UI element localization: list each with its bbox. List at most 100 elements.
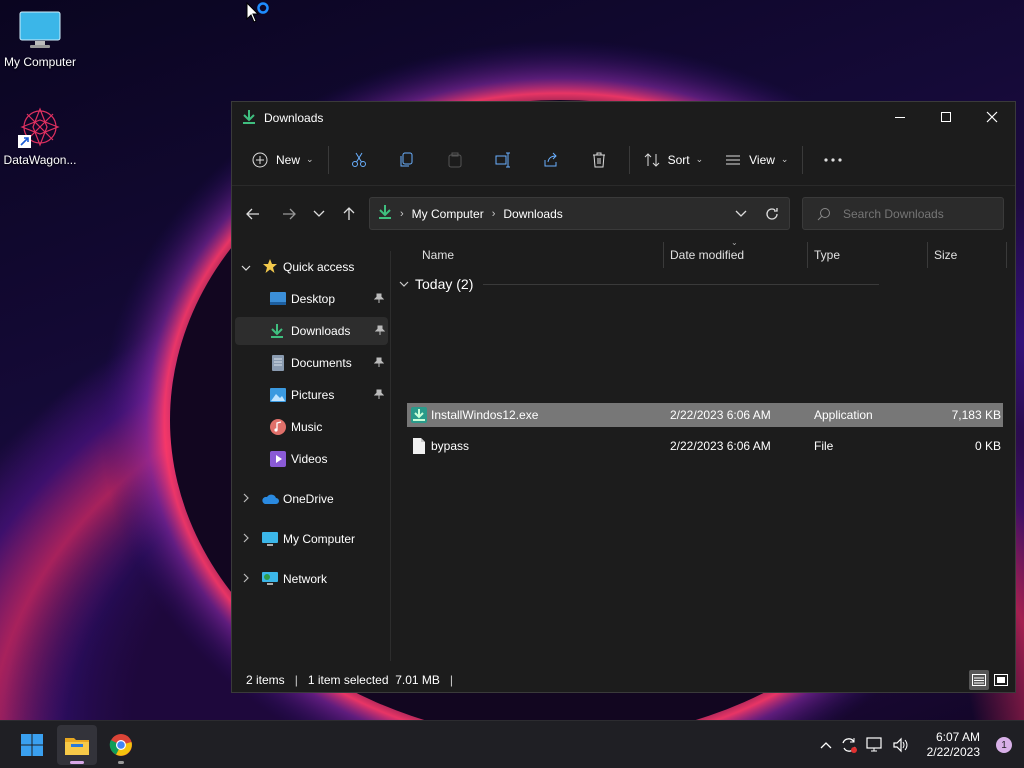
navigation-pane: Quick access Desktop Downloads Documents… (232, 251, 390, 661)
volume-button[interactable] (888, 737, 914, 753)
group-divider (483, 283, 880, 285)
taskbar-chrome[interactable] (101, 725, 141, 765)
desktop-icon-datawagon[interactable]: DataWagon... (0, 104, 80, 167)
column-divider[interactable] (663, 242, 664, 268)
sidebar-item-label: Desktop (291, 292, 336, 306)
maximize-button[interactable] (923, 102, 969, 132)
arrow-left-icon (246, 208, 259, 220)
sync-status-button[interactable] (836, 736, 862, 754)
column-divider[interactable] (927, 242, 928, 268)
plus-circle-icon (252, 152, 268, 167)
up-button[interactable] (334, 207, 364, 221)
share-button[interactable] (527, 144, 575, 176)
toolbar-divider (802, 145, 804, 174)
breadcrumb-downloads[interactable]: Downloads (503, 207, 562, 221)
copy-button[interactable] (383, 144, 431, 176)
running-app-indicator (118, 761, 124, 764)
downloads-icon (378, 204, 392, 223)
column-header-size[interactable]: Size (934, 240, 957, 270)
back-button[interactable] (238, 208, 268, 220)
copy-icon (400, 152, 413, 166)
more-options-button[interactable] (809, 144, 857, 176)
search-box[interactable] (802, 197, 1004, 230)
pictures-icon (270, 388, 286, 405)
address-history-button[interactable] (735, 207, 747, 221)
active-app-indicator (70, 761, 84, 764)
arrow-up-icon (343, 207, 355, 220)
sidebar-item-label: Network (283, 572, 328, 586)
desktop-icon-label: My Computer (3, 55, 77, 69)
pin-icon (373, 357, 385, 370)
close-button[interactable] (969, 102, 1015, 132)
file-date: 2/22/2023 6:06 AM (670, 439, 771, 453)
column-header-type[interactable]: Type (814, 240, 840, 270)
delete-button[interactable] (575, 144, 623, 176)
refresh-button[interactable] (765, 207, 779, 224)
breadcrumb-separator-icon: › (400, 207, 404, 220)
column-header-name[interactable]: Name (422, 240, 454, 270)
file-row-installwindos12[interactable]: InstallWindos12.exe 2/22/2023 6:06 AM Ap… (407, 403, 1003, 427)
new-button[interactable]: New ⌄ (244, 144, 322, 176)
notification-badge[interactable]: 1 (996, 737, 1012, 753)
refresh-icon (766, 208, 778, 220)
command-bar: New ⌄ Sort ⌄ View ⌄ (232, 134, 1015, 186)
rename-button[interactable] (479, 144, 527, 176)
sidebar-item-onedrive[interactable]: OneDrive (232, 485, 390, 513)
search-input[interactable] (843, 206, 993, 221)
file-icon (413, 434, 425, 458)
installer-icon (411, 403, 427, 427)
sort-button[interactable]: Sort ⌄ (636, 144, 712, 176)
file-list: Name Date modified ⌄ Type Size Today (2)… (391, 238, 1015, 764)
file-type: File (814, 439, 834, 453)
show-hidden-icons-button[interactable] (816, 741, 836, 749)
cut-button[interactable] (335, 144, 383, 176)
column-divider[interactable] (807, 242, 808, 268)
minimize-icon (895, 117, 905, 118)
pin-icon (373, 293, 385, 306)
file-size: 7,183 KB (951, 408, 1001, 422)
monitor-icon (261, 531, 279, 550)
cloud-icon (261, 493, 279, 508)
monitor-icon (19, 11, 61, 48)
new-button-label: New (276, 152, 301, 167)
chevron-down-icon: ⌄ (695, 154, 704, 164)
sidebar-item-music[interactable]: Music (232, 413, 390, 441)
paste-button[interactable] (431, 144, 479, 176)
minimize-button[interactable] (877, 102, 923, 132)
address-bar[interactable]: › My Computer › Downloads (369, 197, 790, 230)
sidebar-item-desktop[interactable]: Desktop (232, 285, 390, 313)
sidebar-item-pictures[interactable]: Pictures (232, 381, 390, 409)
clipboard-icon (448, 152, 462, 167)
column-divider[interactable] (1006, 242, 1007, 268)
breadcrumb-my-computer[interactable]: My Computer (412, 207, 484, 221)
start-button[interactable] (12, 725, 52, 765)
rename-icon (495, 152, 510, 167)
tiles-view-button[interactable] (991, 670, 1011, 690)
view-button[interactable]: View ⌄ (717, 144, 796, 176)
sort-button-label: Sort (667, 152, 690, 167)
desktop-folder-icon (270, 292, 286, 309)
clock[interactable]: 6:07 AM 2/22/2023 (927, 730, 980, 760)
view-button-label: View (749, 152, 775, 167)
speaker-icon (893, 737, 908, 753)
recent-locations-button[interactable] (304, 210, 334, 218)
sidebar-item-videos[interactable]: Videos (232, 445, 390, 473)
network-status-button[interactable] (862, 737, 888, 753)
desktop-icon-my-computer[interactable]: My Computer (0, 10, 80, 69)
forward-button[interactable] (274, 208, 304, 220)
file-row-bypass[interactable]: bypass 2/22/2023 6:06 AM File 0 KB (407, 434, 1003, 458)
maximize-icon (941, 112, 951, 122)
chrome-icon (109, 734, 132, 756)
title-bar[interactable]: Downloads (232, 102, 1015, 134)
details-view-button[interactable] (969, 670, 989, 690)
sidebar-item-network[interactable]: Network (232, 565, 390, 593)
chevron-down-icon: ⌄ (780, 154, 789, 164)
sidebar-item-documents[interactable]: Documents (232, 349, 390, 377)
group-header-today[interactable]: Today (2) (399, 276, 880, 292)
sidebar-item-downloads[interactable]: Downloads (235, 317, 388, 345)
taskbar-file-explorer[interactable] (57, 725, 97, 765)
chevron-right-icon (243, 572, 249, 586)
sidebar-item-my-computer[interactable]: My Computer (232, 525, 390, 553)
sidebar-item-quick-access[interactable]: Quick access (232, 253, 390, 281)
window-title: Downloads (264, 111, 324, 125)
